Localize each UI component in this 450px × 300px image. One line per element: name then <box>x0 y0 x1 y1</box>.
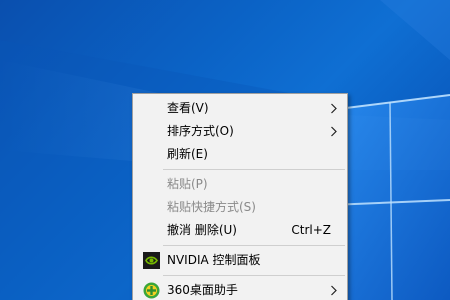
menu-separator <box>163 169 345 170</box>
menu-item-refresh[interactable]: 刷新(E) <box>133 143 347 166</box>
nvidia-icon <box>143 252 160 269</box>
menu-item-nvidia-label: NVIDIA 控制面板 <box>167 253 261 267</box>
menu-item-sort-by-label: 排序方式(O) <box>167 124 234 138</box>
menu-item-view[interactable]: 查看(V) <box>133 97 347 120</box>
menu-item-sort-by[interactable]: 排序方式(O) <box>133 120 347 143</box>
submenu-arrow-icon <box>329 97 339 120</box>
desktop-background[interactable]: 查看(V) 排序方式(O) 刷新(E) 粘贴(P) 粘贴快捷方式(S) 撤消 删… <box>0 0 450 300</box>
menu-item-paste-label: 粘贴(P) <box>167 177 208 191</box>
submenu-arrow-icon <box>329 279 339 300</box>
menu-item-360-desktop-helper[interactable]: 360桌面助手 <box>133 279 347 300</box>
menu-separator <box>163 245 345 246</box>
menu-item-360-label: 360桌面助手 <box>167 283 238 297</box>
menu-item-paste-shortcut-label: 粘贴快捷方式(S) <box>167 200 256 214</box>
menu-item-view-label: 查看(V) <box>167 101 209 115</box>
menu-item-undo-delete[interactable]: 撤消 删除(U) Ctrl+Z <box>133 219 347 242</box>
menu-separator <box>163 275 345 276</box>
menu-item-refresh-label: 刷新(E) <box>167 147 208 161</box>
menu-item-undo-delete-shortcut: Ctrl+Z <box>291 223 331 237</box>
360-icon <box>143 282 160 299</box>
menu-item-nvidia-control-panel[interactable]: NVIDIA 控制面板 <box>133 249 347 272</box>
desktop-context-menu: 查看(V) 排序方式(O) 刷新(E) 粘贴(P) 粘贴快捷方式(S) 撤消 删… <box>132 93 348 300</box>
submenu-arrow-icon <box>329 120 339 143</box>
menu-item-paste-shortcut: 粘贴快捷方式(S) <box>133 196 347 219</box>
menu-item-paste: 粘贴(P) <box>133 173 347 196</box>
menu-item-undo-delete-label: 撤消 删除(U) <box>167 223 237 237</box>
